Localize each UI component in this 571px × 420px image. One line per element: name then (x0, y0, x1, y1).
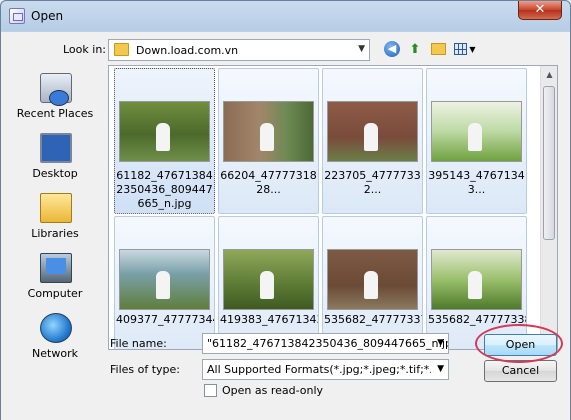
back-icon: ◀ (384, 41, 400, 57)
readonly-option[interactable]: Open as read-only (204, 384, 323, 397)
file-name: 409377_47777344... (116, 313, 214, 326)
file-tile[interactable]: 409377_47777344... (114, 216, 215, 349)
image-thumbnail (119, 101, 210, 162)
image-thumbnail (119, 249, 210, 310)
scroll-up-arrow-icon[interactable]: ▲ (541, 66, 558, 83)
dialog-app-icon (9, 8, 25, 24)
file-name: 61182_476713842350436_809447665_n.jpg (116, 169, 213, 210)
dialog-body: Look in: Down.load.com.vn ▼ ◀ ⬆ ▼ Recent… (1, 32, 570, 420)
computer-icon (40, 253, 72, 283)
desktop-icon (40, 133, 72, 163)
window-title: Open (31, 9, 64, 23)
file-tile[interactable]: 535682_47777337... (322, 216, 423, 349)
file-tile[interactable]: 419383_47671343... (218, 216, 319, 349)
place-label: Desktop (32, 167, 78, 180)
file-name: 535682_47777337... (324, 313, 422, 326)
chevron-down-icon: ▼ (437, 364, 444, 374)
views-menu-icon (454, 43, 468, 55)
title-bar: Open ✕ (1, 1, 570, 31)
chevron-down-icon: ▼ (358, 44, 365, 54)
file-tile[interactable]: 395143_47671343... (426, 68, 527, 214)
new-folder-button[interactable] (429, 40, 447, 58)
chevron-down-icon: ▼ (469, 44, 476, 54)
new-folder-icon (430, 43, 446, 55)
image-thumbnail (431, 249, 522, 310)
place-label: Recent Places (16, 107, 94, 120)
place-label: Computer (27, 287, 83, 300)
up-folder-button[interactable]: ⬆ (406, 40, 424, 58)
places-bar: Recent Places Desktop Libraries Computer… (9, 65, 101, 361)
filetype-value: All Supported Formats(*.jpg;*.jpeg;*.tif… (207, 363, 431, 376)
file-name: 223705_47777332... (324, 169, 421, 196)
file-name: 66204_4777731828... (220, 169, 317, 196)
readonly-label: Open as read-only (222, 384, 324, 397)
open-dialog: Open ✕ Look in: Down.load.com.vn ▼ ◀ ⬆ ▼… (0, 0, 571, 420)
filename-label: File name: (110, 337, 167, 350)
filetype-select[interactable]: All Supported Formats(*.jpg;*.jpeg;*.tif… (202, 359, 449, 380)
image-thumbnail (327, 101, 418, 162)
file-tile[interactable]: 66204_4777731828... (218, 68, 319, 214)
up-folder-icon: ⬆ (409, 41, 421, 57)
vertical-scrollbar[interactable]: ▲ ▼ (540, 66, 557, 349)
libraries-icon (40, 193, 72, 223)
file-tile[interactable]: 61182_476713842350436_809447665_n.jpg (114, 68, 215, 214)
image-thumbnail (223, 101, 314, 162)
file-list[interactable]: 61182_476713842350436_809447665_n.jpg 66… (108, 65, 558, 350)
place-desktop[interactable]: Desktop (9, 129, 101, 189)
place-recent-places[interactable]: Recent Places (9, 69, 101, 129)
back-button[interactable]: ◀ (383, 40, 401, 58)
filename-input[interactable]: "61182_476713842350436_809447665_n.jpg" … (202, 333, 449, 354)
folder-icon (114, 43, 129, 56)
place-libraries[interactable]: Libraries (9, 189, 101, 249)
file-tile[interactable]: 223705_47777332... (322, 68, 423, 214)
close-button[interactable]: ✕ (518, 1, 562, 20)
highlight-ring (475, 324, 563, 363)
place-label: Libraries (31, 227, 79, 240)
network-icon (40, 313, 72, 343)
image-thumbnail (431, 101, 522, 162)
filename-value: "61182_476713842350436_809447665_n.jpg" (207, 337, 449, 350)
place-label: Network (32, 347, 78, 360)
filetype-label: Files of type: (110, 363, 181, 376)
recent-places-icon (40, 73, 72, 106)
readonly-checkbox[interactable] (204, 384, 217, 397)
image-thumbnail (223, 249, 314, 310)
lookin-value: Down.load.com.vn (136, 44, 239, 57)
lookin-dropdown[interactable]: Down.load.com.vn ▼ (108, 39, 370, 61)
place-network[interactable]: Network (9, 309, 101, 369)
views-menu-button[interactable]: ▼ (452, 40, 478, 58)
image-thumbnail (327, 249, 418, 310)
place-computer[interactable]: Computer (9, 249, 101, 309)
file-name: 395143_47671343... (428, 169, 525, 196)
cancel-button[interactable]: Cancel (484, 360, 557, 382)
scrollbar-thumb[interactable] (543, 86, 555, 240)
file-name: 419383_47671343... (220, 313, 318, 326)
lookin-label: Look in: (63, 43, 106, 56)
chevron-down-icon[interactable]: ▼ (437, 338, 444, 348)
